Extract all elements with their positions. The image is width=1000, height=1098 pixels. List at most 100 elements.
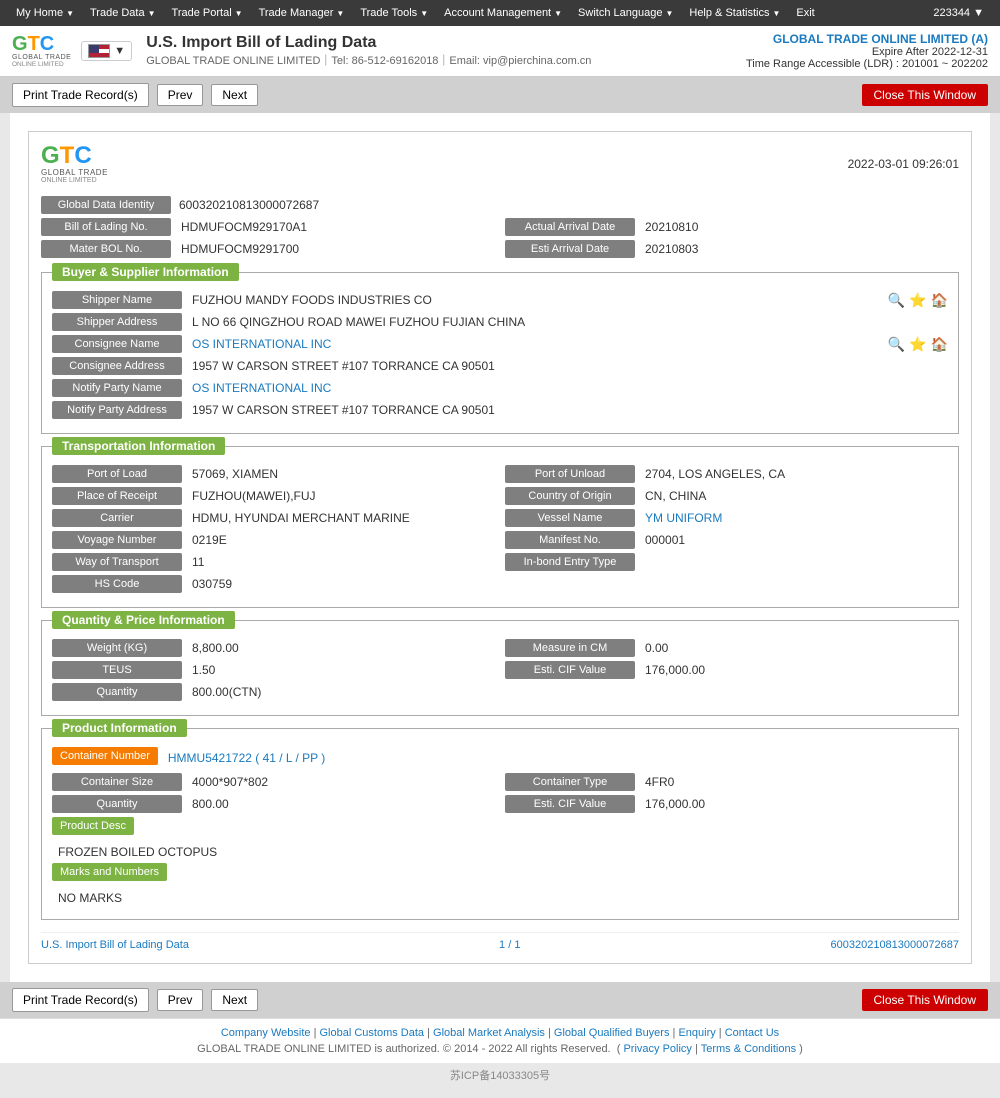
quantity-value: 800.00(CTN) (188, 683, 948, 701)
bol-value: HDMUFOCM929170A1 (177, 218, 495, 236)
close-button-top[interactable]: Close This Window (862, 84, 988, 106)
logo-sub: GLOBAL TRADE (12, 54, 71, 61)
footer-global-market[interactable]: Global Market Analysis (433, 1027, 545, 1039)
product-desc-row: Product Desc (52, 817, 948, 839)
transportation-title: Transportation Information (52, 437, 225, 455)
port-load-label: Port of Load (52, 465, 182, 483)
port-load-value: 57069, XIAMEN (188, 465, 495, 483)
mater-bol-col: Mater BOL No. HDMUFOCM9291700 (41, 240, 495, 258)
shipper-home-icon[interactable]: 🏠 (931, 292, 948, 309)
time-range: Time Range Accessible (LDR) : 201001 ~ 2… (746, 58, 988, 70)
global-identity-value: 600320210813000072687 (171, 196, 327, 214)
footer-enquiry[interactable]: Enquiry (678, 1027, 715, 1039)
consignee-star-icon[interactable]: ⭐ (909, 336, 926, 353)
consignee-home-icon[interactable]: 🏠 (931, 336, 948, 353)
vessel-name-label: Vessel Name (505, 509, 635, 527)
card-footer-left: U.S. Import Bill of Lading Data (41, 939, 189, 951)
card-logo-tagline: ONLINE LIMITED (41, 177, 97, 184)
footer-privacy[interactable]: Privacy Policy (623, 1043, 691, 1055)
card-logo-sub: GLOBAL TRADE (41, 168, 108, 177)
quantity-price-body: Weight (KG) 8,800.00 Measure in CM 0.00 … (52, 631, 948, 701)
nav-exit[interactable]: Exit (788, 7, 822, 19)
nav-trade-manager[interactable]: Trade Manager ▼ (251, 7, 353, 19)
actual-arrival-col: Actual Arrival Date 20210810 (505, 218, 959, 236)
mater-bol-row: Mater BOL No. HDMUFOCM9291700 Esti Arriv… (41, 240, 959, 258)
shipper-search-icon[interactable]: 🔍 (888, 292, 905, 309)
container-type-label: Container Type (505, 773, 635, 791)
consignee-name-label: Consignee Name (52, 335, 182, 353)
voyage-number-value: 0219E (188, 531, 495, 549)
card-footer-middle: 1 / 1 (499, 939, 520, 951)
way-transport-value: 11 (188, 553, 495, 571)
shipper-address-value: L NO 66 QINGZHOU ROAD MAWEI FUZHOU FUJIA… (188, 313, 948, 331)
page-footer: Company Website | Global Customs Data | … (0, 1018, 1000, 1063)
hs-code-value: 030759 (188, 575, 948, 593)
top-nav: My Home ▼ Trade Data ▼ Trade Portal ▼ Tr… (0, 0, 1000, 26)
buyer-supplier-title: Buyer & Supplier Information (52, 263, 239, 281)
country-origin-label: Country of Origin (505, 487, 635, 505)
product-body: Container Number HMMU5421722 ( 41 / L / … (52, 739, 948, 909)
teus-label: TEUS (52, 661, 182, 679)
logo: GTC GLOBAL TRADE ONLINE LIMITED (12, 34, 71, 68)
esti-arrival-label: Esti Arrival Date (505, 240, 635, 258)
footer-links: Company Website | Global Customs Data | … (12, 1027, 988, 1039)
global-identity-label: Global Data Identity (41, 196, 171, 214)
carrier-vessel-row: Carrier HDMU, HYUNDAI MERCHANT MARINE Ve… (52, 509, 948, 527)
footer-terms[interactable]: Terms & Conditions (701, 1043, 796, 1055)
nav-help-statistics[interactable]: Help & Statistics ▼ (681, 7, 788, 19)
container-number-label: Container Number (52, 747, 158, 765)
container-number-row: Container Number HMMU5421722 ( 41 / L / … (52, 747, 948, 769)
port-load-unload-row: Port of Load 57069, XIAMEN Port of Unloa… (52, 465, 948, 483)
prev-button-bottom[interactable]: Prev (157, 989, 204, 1011)
card-header: GTC GLOBAL TRADE ONLINE LIMITED 2022-03-… (41, 144, 959, 184)
vessel-name-value: YM UNIFORM (641, 509, 948, 527)
product-cif-value: 176,000.00 (641, 795, 948, 813)
nav-trade-data[interactable]: Trade Data ▼ (82, 7, 164, 19)
prev-button-top[interactable]: Prev (157, 84, 204, 106)
language-flag[interactable]: ▼ (81, 41, 132, 61)
product-title: Product Information (52, 719, 187, 737)
footer-global-customs[interactable]: Global Customs Data (320, 1027, 425, 1039)
hs-code-row: HS Code 030759 (52, 575, 948, 593)
nav-switch-language[interactable]: Switch Language ▼ (570, 7, 681, 19)
consignee-address-row: Consignee Address 1957 W CARSON STREET #… (52, 357, 948, 375)
user-id: 223344 ▼ (925, 7, 992, 19)
card-footer-right: 600320210813000072687 (831, 939, 959, 951)
consignee-search-icon[interactable]: 🔍 (888, 336, 905, 353)
product-desc-label: Product Desc (52, 817, 134, 835)
marks-row: Marks and Numbers (52, 863, 948, 885)
shipper-name-label: Shipper Name (52, 291, 182, 309)
quantity-price-section: Quantity & Price Information Weight (KG)… (41, 620, 959, 716)
voyage-number-label: Voyage Number (52, 531, 182, 549)
mater-bol-label: Mater BOL No. (41, 240, 171, 258)
consignee-address-value: 1957 W CARSON STREET #107 TORRANCE CA 90… (188, 357, 948, 375)
notify-name-row: Notify Party Name OS INTERNATIONAL INC (52, 379, 948, 397)
nav-trade-portal[interactable]: Trade Portal ▼ (164, 7, 251, 19)
marks-value: NO MARKS (52, 889, 948, 909)
footer-global-buyers[interactable]: Global Qualified Buyers (554, 1027, 670, 1039)
container-type-value: 4FR0 (641, 773, 948, 791)
marks-label: Marks and Numbers (52, 863, 167, 881)
next-button-top[interactable]: Next (211, 84, 258, 106)
print-button-bottom[interactable]: Print Trade Record(s) (12, 988, 149, 1012)
place-receipt-value: FUZHOU(MAWEI),FUJ (188, 487, 495, 505)
footer-company-website[interactable]: Company Website (221, 1027, 311, 1039)
notify-address-value: 1957 W CARSON STREET #107 TORRANCE CA 90… (188, 401, 948, 419)
print-button-top[interactable]: Print Trade Record(s) (12, 83, 149, 107)
notify-address-row: Notify Party Address 1957 W CARSON STREE… (52, 401, 948, 419)
actual-arrival-value: 20210810 (641, 218, 959, 236)
footer-contact-us[interactable]: Contact Us (725, 1027, 779, 1039)
global-identity-row: Global Data Identity 6003202108130000726… (41, 196, 959, 214)
next-button-bottom[interactable]: Next (211, 989, 258, 1011)
nav-account-management[interactable]: Account Management ▼ (436, 7, 570, 19)
close-button-bottom[interactable]: Close This Window (862, 989, 988, 1011)
nav-my-home[interactable]: My Home ▼ (8, 7, 82, 19)
toolbar-bottom: Print Trade Record(s) Prev Next Close Th… (0, 982, 1000, 1018)
manifest-no-value: 000001 (641, 531, 948, 549)
measure-cm-label: Measure in CM (505, 639, 635, 657)
esti-arrival-col: Esti Arrival Date 20210803 (505, 240, 959, 258)
container-size-value: 4000*907*802 (188, 773, 495, 791)
nav-trade-tools[interactable]: Trade Tools ▼ (352, 7, 436, 19)
shipper-star-icon[interactable]: ⭐ (909, 292, 926, 309)
flag-arrow: ▼ (114, 45, 125, 57)
